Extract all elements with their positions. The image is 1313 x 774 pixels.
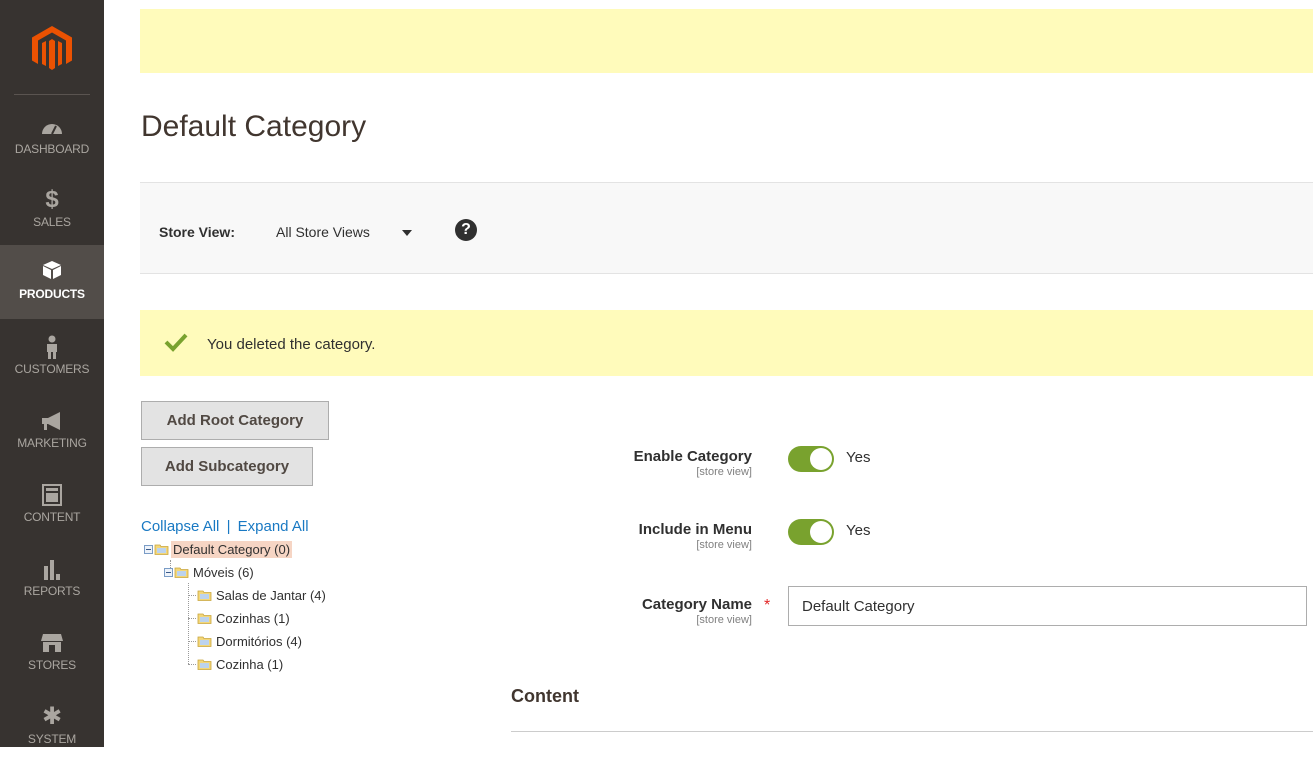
enable-category-value: Yes [846,449,871,466]
nav-label: MARKETING [17,436,87,450]
collapse-toggle-icon[interactable] [164,567,173,577]
nav-dashboard[interactable]: DASHBOARD [0,110,104,184]
tree-node-label[interactable]: Salas de Jantar (4) [214,587,328,604]
checkmark-icon [164,333,188,352]
enable-category-toggle[interactable] [788,446,834,472]
help-icon[interactable]: ? [455,219,477,241]
nav-label: SYSTEM [27,732,77,746]
tree-node-moveis[interactable]: Móveis (6) [164,563,256,581]
magento-logo-icon[interactable] [30,24,74,72]
nav-label: REPORTS [23,584,81,598]
tree-node-label[interactable]: Dormitórios (4) [214,633,304,650]
tree-node-label[interactable]: Cozinhas (1) [214,610,292,627]
tree-connector [188,595,196,596]
dollar-icon: $ [45,186,59,213]
expand-all-link[interactable]: Expand All [238,518,309,535]
nav-marketing[interactable]: MARKETING [0,404,104,478]
tree-node-label[interactable]: Default Category (0) [171,540,293,558]
cube-icon [0,257,104,283]
success-message: You deleted the category. [140,310,1313,376]
folder-icon [154,544,169,555]
nav-label: SALES [33,215,71,229]
tree-connector [188,641,196,642]
tree-connector [188,664,196,665]
sidebar-divider [14,94,90,95]
person-icon [0,334,104,360]
include-in-menu-toggle[interactable] [788,519,834,545]
tree-node-salas-de-jantar[interactable]: Salas de Jantar (4) [197,586,328,604]
layout-icon [0,482,104,508]
include-in-menu-value: Yes [846,522,871,539]
nav-label: CONTENT [23,510,81,524]
store-icon [0,630,104,656]
nav-label: CUSTOMERS [14,362,90,376]
folder-icon [197,590,212,601]
folder-icon [197,659,212,670]
field-scope-text: [store view] [696,539,752,551]
add-root-category-button[interactable]: Add Root Category [141,401,329,440]
tree-node-cozinhas[interactable]: Cozinhas (1) [197,609,292,627]
field-label-text: Enable Category [633,448,752,465]
gear-icon: ✱ [41,703,63,730]
nav-products[interactable]: PRODUCTS [0,245,104,319]
content-section-title[interactable]: Content [511,686,579,707]
dashboard-icon [0,114,104,140]
admin-sidebar: DASHBOARD $ SALES PRODUCTS CUSTOMERS MAR… [0,0,104,747]
nav-label: STORES [28,658,76,672]
folder-icon [174,567,189,578]
add-subcategory-button[interactable]: Add Subcategory [141,447,313,486]
field-scope-text: [store view] [696,614,752,626]
folder-icon [197,613,212,624]
megaphone-icon [0,408,104,434]
nav-customers[interactable]: CUSTOMERS [0,330,104,404]
nav-content[interactable]: CONTENT [0,478,104,552]
collapse-toggle-icon[interactable] [144,544,153,554]
store-view-dropdown[interactable]: All Store Views [276,224,370,240]
tree-controls: Collapse All | Expand All [141,518,309,535]
collapse-all-link[interactable]: Collapse All [141,518,219,535]
tree-node-dormitorios[interactable]: Dormitórios (4) [197,632,304,650]
nav-label: PRODUCTS [19,287,85,301]
include-in-menu-label: Include in Menu [store view] [552,521,752,551]
page-title: Default Category [141,110,367,143]
nav-system[interactable]: ✱ SYSTEM [0,700,104,774]
required-marker: * [764,597,771,614]
tree-node-label[interactable]: Cozinha (1) [214,656,285,673]
category-name-input[interactable] [788,586,1307,626]
field-label-text: Category Name [641,596,752,613]
folder-icon [197,636,212,647]
store-view-label: Store View: [159,224,235,240]
category-name-label: Category Name [store view] [552,596,752,626]
tree-node-cozinha[interactable]: Cozinha (1) [197,655,285,673]
bar-chart-icon [0,556,104,582]
chevron-down-icon[interactable] [402,230,412,236]
nav-reports[interactable]: REPORTS [0,552,104,626]
system-notice-bar [140,9,1313,73]
enable-category-label: Enable Category [store view] [552,448,752,478]
tree-node-default-category[interactable]: Default Category (0) [144,540,293,558]
section-divider [511,731,1313,732]
success-message-text: You deleted the category. [207,336,376,353]
tree-node-label[interactable]: Móveis (6) [191,564,256,581]
store-view-switcher-bar: Store View: All Store Views ? [140,182,1313,274]
tree-connector [188,618,196,619]
field-scope-text: [store view] [696,466,752,478]
tree-controls-separator: | [226,518,231,535]
nav-label: DASHBOARD [14,142,90,156]
nav-stores[interactable]: STORES [0,626,104,700]
field-label-text: Include in Menu [638,521,752,538]
